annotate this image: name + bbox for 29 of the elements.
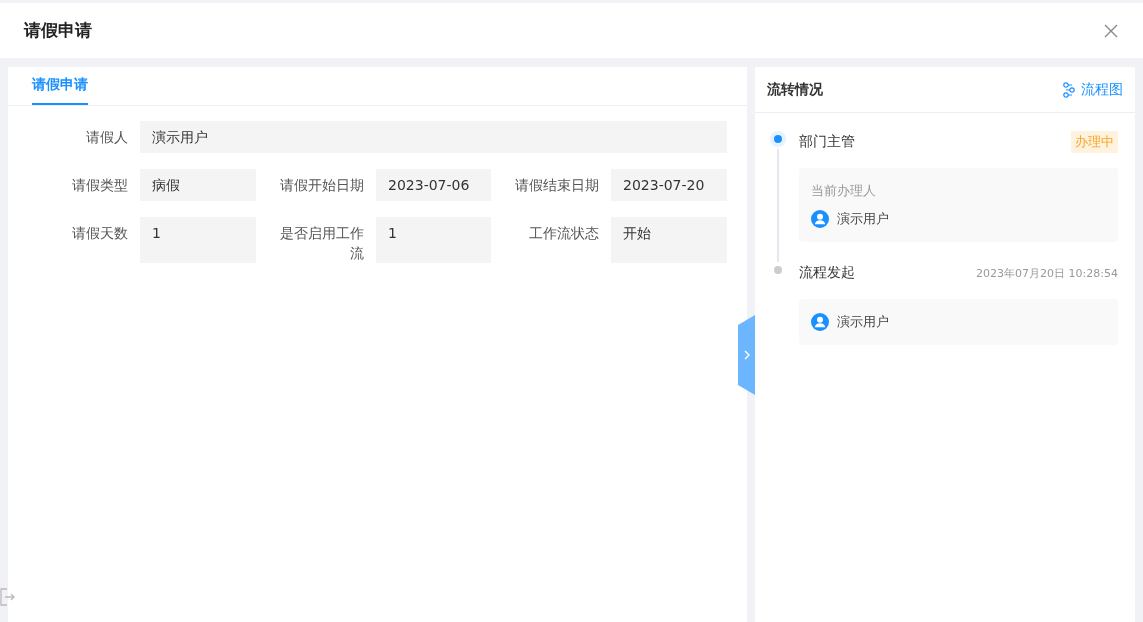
field-label: 请假结束日期: [514, 176, 599, 195]
status-badge: 办理中: [1071, 131, 1118, 153]
input-field[interactable]: 2023-07-20: [611, 169, 727, 201]
step-time: 2023年07月20日 10:28:54: [976, 265, 1118, 281]
dialog-title: 请假申请: [24, 19, 92, 42]
handler-label: 当前办理人: [811, 182, 877, 200]
field-label: 请假人: [85, 128, 128, 147]
field-label: 是否启用工作流: [279, 224, 364, 263]
field-label: 请假类型: [71, 176, 128, 195]
logout-icon[interactable]: [0, 588, 16, 606]
step-name: 流程发起: [799, 264, 855, 282]
input-field[interactable]: 1: [140, 217, 256, 263]
chevron-right-icon: [742, 350, 751, 360]
close-icon[interactable]: [1104, 23, 1118, 38]
user-avatar-icon: [811, 313, 829, 331]
field-label: 请假开始日期: [279, 176, 364, 195]
input-field[interactable]: 2023-07-06: [376, 169, 491, 201]
user-avatar-icon: [811, 210, 829, 228]
field-label: 工作流状态: [528, 224, 599, 243]
step-name: 部门主管: [799, 133, 855, 151]
user-name: 演示用户: [837, 210, 889, 228]
input-field[interactable]: 演示用户: [140, 121, 727, 153]
flowchart-icon: [1062, 81, 1076, 98]
user-name: 演示用户: [837, 313, 889, 331]
field-label: 请假天数: [71, 224, 128, 243]
input-field[interactable]: 病假: [140, 169, 256, 201]
panel-title: 流转情况: [767, 80, 823, 99]
input-field[interactable]: 开始: [611, 217, 727, 263]
input-field[interactable]: 1: [376, 217, 491, 263]
